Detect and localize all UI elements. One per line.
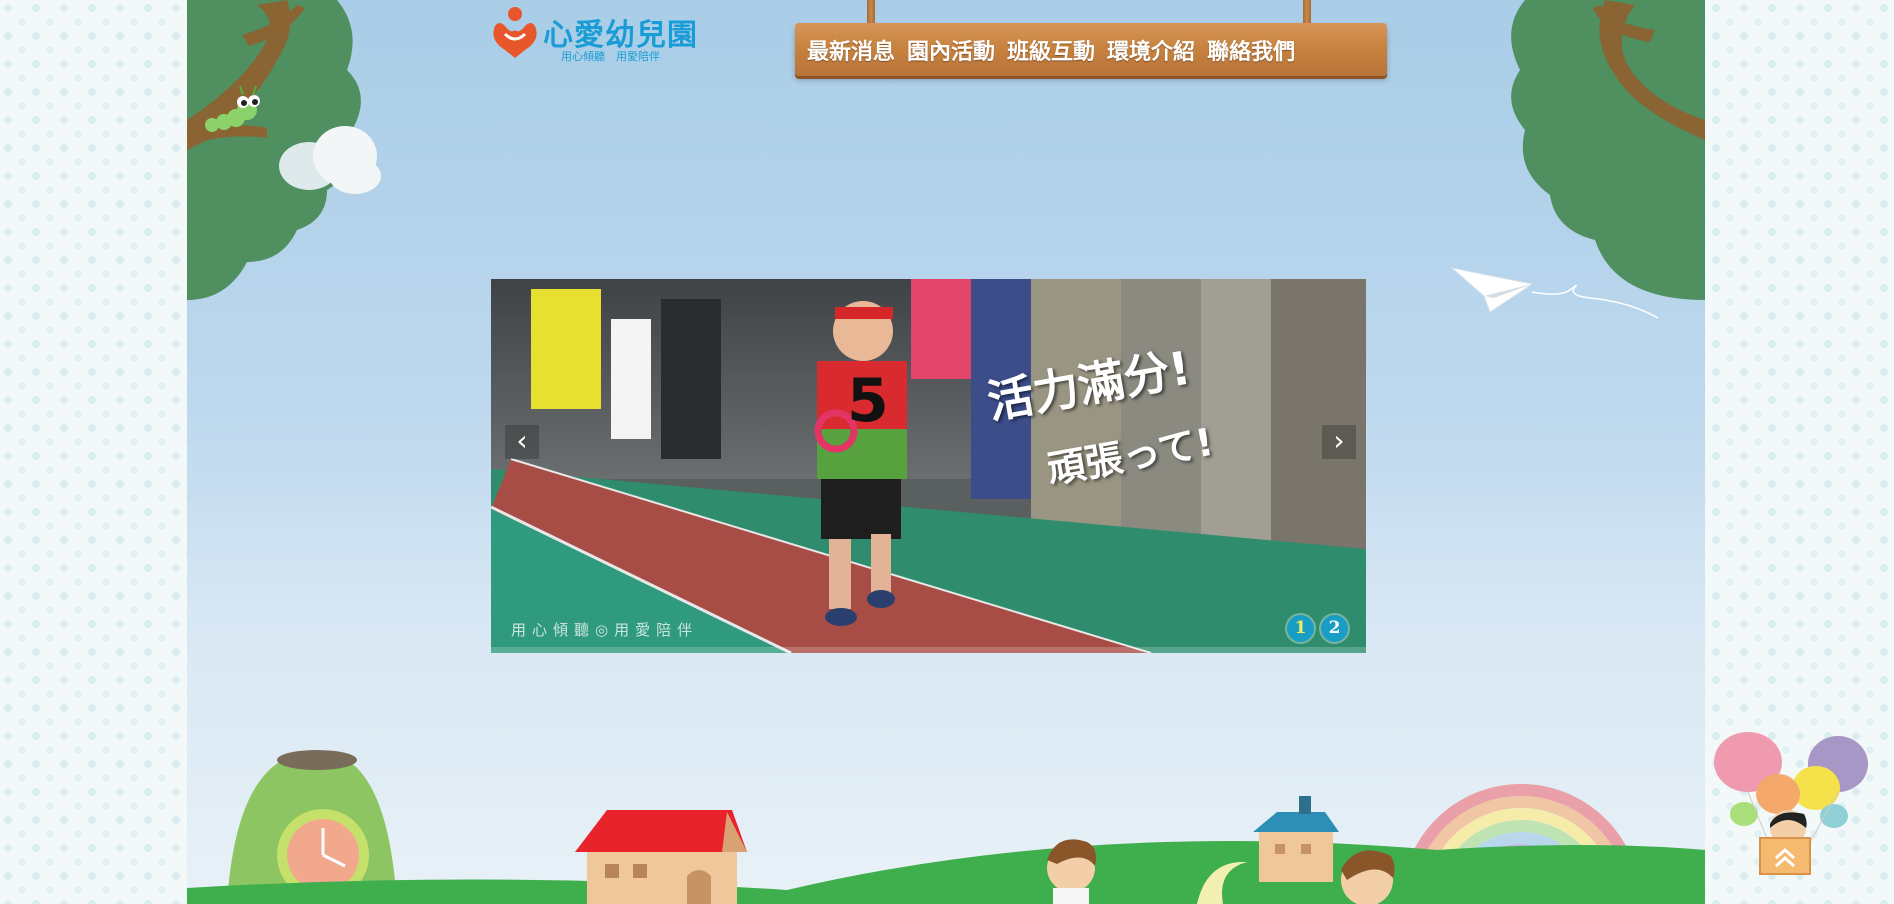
balloons-decoration <box>1714 732 1868 847</box>
slide-watermark: 用心傾聽◎用愛陪伴 <box>511 621 699 639</box>
back-to-top-button[interactable] <box>1758 836 1812 876</box>
chevron-left-icon: ‹ <box>516 424 528 457</box>
paper-airplane-decoration <box>1450 267 1659 319</box>
cloud-decoration <box>279 126 381 194</box>
slider-page-2[interactable]: 2 <box>1321 615 1348 642</box>
slider-pagination: 1 2 <box>1280 615 1348 642</box>
slider-prev-button[interactable]: ‹ <box>505 425 539 459</box>
main-navigation: 最新消息 園內活動 班級互動 環境介紹 聯絡我們 <box>795 0 1387 80</box>
chevron-right-icon: › <box>1333 424 1345 457</box>
logo-tagline: 用心傾聽 用愛陪伴 <box>561 50 660 63</box>
slider-page-1[interactable]: 1 <box>1287 615 1314 642</box>
slide-photo: 5 <box>491 279 1366 653</box>
nav-item-environment[interactable]: 環境介紹 <box>1107 34 1195 66</box>
nav-item-news[interactable]: 最新消息 <box>807 34 895 66</box>
nav-item-contact[interactable]: 聯絡我們 <box>1207 34 1295 66</box>
svg-text:5: 5 <box>847 366 889 436</box>
bottom-scenery-decoration <box>187 750 1705 904</box>
page-background: 心愛幼兒園 用心傾聽 用愛陪伴 最新消息 園內活動 班級互動 環境介紹 聯絡我們 <box>187 0 1705 904</box>
nav-item-activities[interactable]: 園內活動 <box>907 34 995 66</box>
heart-person-icon <box>493 7 537 58</box>
image-slider[interactable]: 5 活力滿分! 頑張って! 用心傾聽◎用愛陪伴 ‹ › 1 2 <box>491 279 1366 653</box>
double-chevron-up-icon <box>1759 837 1811 875</box>
nav-item-class-interaction[interactable]: 班級互動 <box>1007 34 1095 66</box>
slider-next-button[interactable]: › <box>1322 425 1356 459</box>
site-logo[interactable]: 心愛幼兒園 用心傾聽 用愛陪伴 <box>491 4 711 63</box>
wooden-nav-board: 最新消息 園內活動 班級互動 環境介紹 聯絡我們 <box>795 23 1387 76</box>
